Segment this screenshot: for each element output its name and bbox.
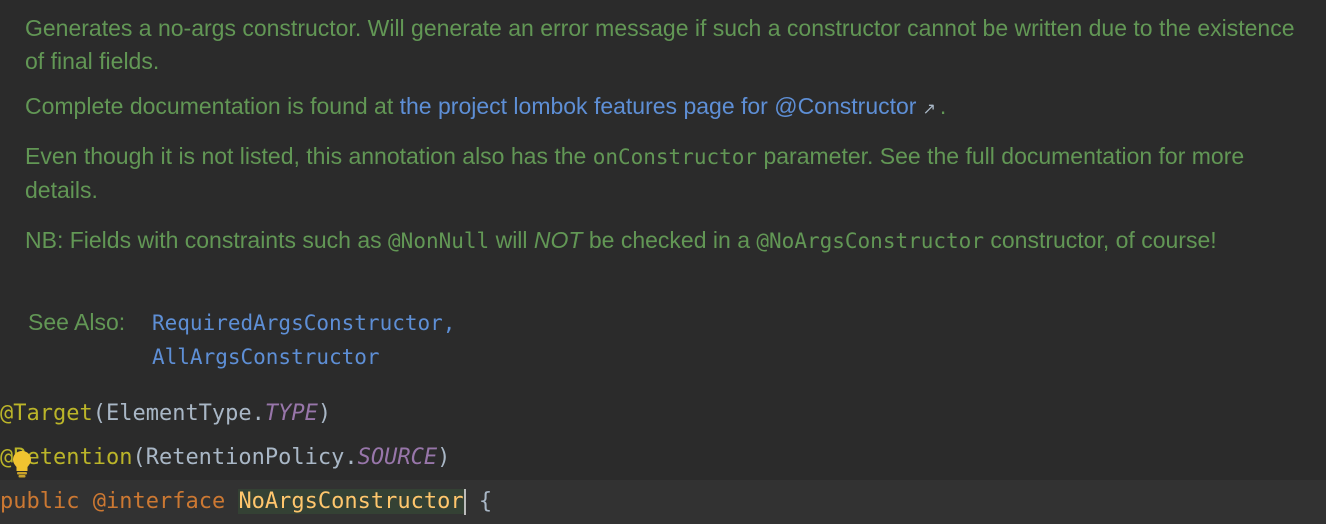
code-punct: ) [437, 445, 451, 470]
javadoc-rendered-view: Generates a no-args constructor. Will ge… [0, 0, 1326, 390]
lightbulb-icon[interactable] [12, 450, 32, 478]
code-punct: ( [92, 401, 106, 426]
doc-text: . [939, 93, 947, 119]
lombok-features-link[interactable]: the project lombok features page for @Co… [400, 93, 917, 119]
code-type-ref[interactable]: ElementType. [106, 401, 265, 426]
code-punct: ( [132, 445, 146, 470]
see-also-section: See Also: RequiredArgsConstructor, AllAr… [28, 306, 455, 374]
keyword-interface[interactable]: @interface [93, 489, 225, 514]
doc-text: will [489, 227, 534, 253]
see-also-link-requiredargsconstructor[interactable]: RequiredArgsConstructor, [152, 306, 455, 340]
code-punct: ) [317, 401, 332, 426]
code-constant[interactable]: SOURCE [358, 445, 437, 470]
declaration-name[interactable]: NoArgsConstructor [238, 489, 464, 514]
doc-emphasis: NOT [533, 227, 583, 253]
code-line-retention[interactable]: @Retention(RetentionPolicy.SOURCE) [0, 436, 1326, 480]
doc-text: Complete documentation is found at [25, 93, 400, 119]
keyword-public[interactable]: public [0, 489, 79, 514]
code-line-declaration[interactable]: public @interface NoArgsConstructor { [0, 480, 1326, 524]
doc-text: NB: Fields with constraints such as [25, 227, 389, 253]
doc-paragraph-documentation-link: Complete documentation is found at the p… [25, 90, 1315, 126]
code-punct: { [478, 489, 493, 514]
doc-paragraph-description: Generates a no-args constructor. Will ge… [25, 15, 1295, 74]
code-line-target[interactable]: @Target(ElementType.TYPE) [0, 392, 1326, 436]
doc-paragraph-onconstructor: Even though it is not listed, this annot… [25, 140, 1315, 207]
doc-text: be checked in a [582, 227, 757, 253]
code-editor[interactable]: @Target(ElementType.TYPE) @Retention(Ret… [0, 392, 1326, 524]
see-also-link-allargsconstructor[interactable]: AllArgsConstructor [152, 340, 455, 374]
doc-text: constructor, of course! [983, 227, 1217, 253]
doc-paragraph-nb: NB: Fields with constraints such as @Non… [25, 224, 1315, 258]
see-also-list: RequiredArgsConstructor, AllArgsConstruc… [152, 306, 455, 374]
doc-inline-code: @NoArgsConstructor [756, 229, 984, 253]
doc-inline-code: onConstructor [592, 145, 758, 169]
arrow-up-right-icon: ↗ [922, 101, 936, 118]
doc-text: Even though it is not listed, this annot… [25, 143, 593, 169]
code-constant[interactable]: TYPE [265, 401, 318, 426]
text-caret [463, 489, 466, 515]
see-also-label: See Also: [28, 309, 126, 335]
annotation-target[interactable]: @Target [0, 401, 93, 426]
doc-inline-code: @NonNull [388, 229, 490, 253]
editor-viewport: Generates a no-args constructor. Will ge… [0, 0, 1326, 524]
code-type-ref[interactable]: RetentionPolicy. [146, 445, 358, 470]
